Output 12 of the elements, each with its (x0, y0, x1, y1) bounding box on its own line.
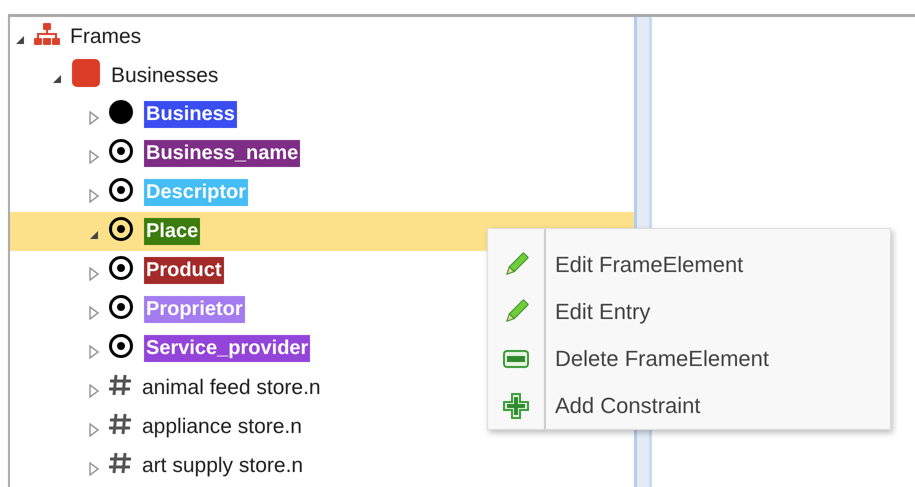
node-label: animal feed store.n (142, 376, 321, 400)
element-label: Product (144, 257, 224, 284)
node-label: Businesses (111, 64, 218, 88)
node-label: Frames (70, 24, 142, 48)
element-label: Service_provider (144, 335, 310, 362)
element-label: Business (144, 101, 237, 128)
node-label: appliance store.n (142, 414, 302, 438)
element-label: Place (144, 218, 200, 245)
element-label: Proprietor (144, 296, 245, 323)
element-label: Descriptor (144, 179, 248, 206)
element-label: Business_name (144, 140, 300, 167)
node-label: art supply store.n (142, 454, 304, 478)
